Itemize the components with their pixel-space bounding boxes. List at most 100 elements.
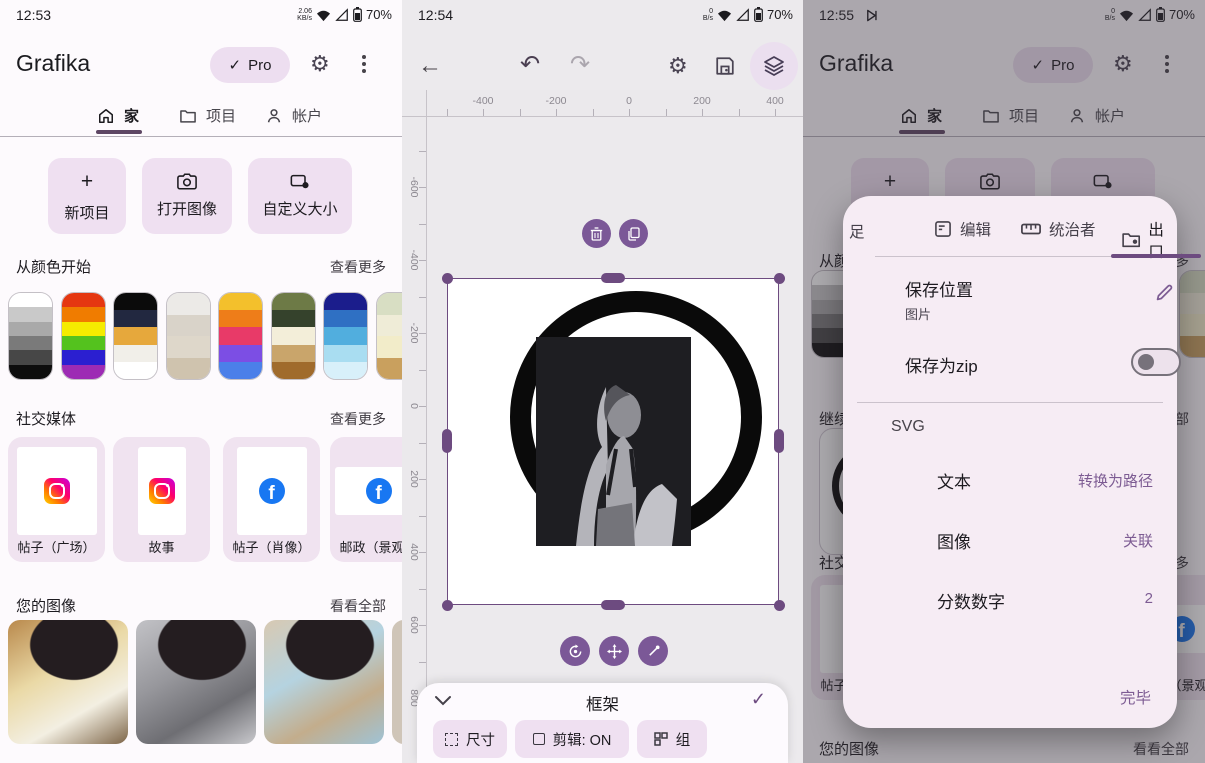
size-button[interactable]: 尺寸 [433,720,507,758]
ruler-label: 400 [761,95,789,107]
selection-handle-right[interactable] [774,429,784,453]
fraction-digits-value[interactable]: 2 [1145,590,1153,607]
battery-percent: 70% [767,7,793,22]
screen: 12:53 2.06KB/s 70% Grafika ✓Pro ⚙ 家 项目 帐… [0,0,1205,763]
template-preview [17,447,97,535]
selection-handle-top[interactable] [601,273,625,283]
battery-icon [353,7,362,22]
person-icon [264,106,284,126]
color-palette-swatch[interactable] [271,292,316,380]
color-palette-swatch[interactable] [376,292,403,380]
template-label: 帖子（肖像） [223,537,320,556]
battery-percent: 70% [366,7,392,22]
ruler-corner [402,90,427,117]
wifi-icon [316,8,331,22]
photo-girl-blue[interactable] [264,620,384,744]
undo-icon[interactable]: ↶ [520,50,540,79]
pro-button[interactable]: ✓Pro [210,47,290,83]
group-button[interactable]: 组 [637,720,707,758]
color-palette-swatch[interactable] [323,292,368,380]
edit-pencil-icon[interactable] [1153,282,1175,304]
images-see-all-link[interactable]: 看看全部 [330,596,386,616]
resize-icon [290,173,310,190]
zip-toggle-off[interactable] [1131,348,1181,376]
color-palette-swatch[interactable] [61,292,106,380]
redo-icon[interactable]: ↷ [570,50,590,79]
edit-panel-icon [933,219,953,239]
photo-girl-lantern[interactable] [8,620,128,744]
overflow-menu-icon[interactable] [362,55,366,73]
move-button[interactable] [599,636,629,666]
line-tool-button[interactable] [638,636,668,666]
photo-partial[interactable] [392,620,402,744]
svg-text-value[interactable]: 转换为路径 [1078,470,1153,491]
palette-row [0,292,402,380]
done-button[interactable]: 完毕 [1120,686,1151,708]
social-see-more-link[interactable]: 查看更多 [330,409,386,429]
color-palette-swatch[interactable] [113,292,158,380]
social-template-card[interactable]: 帖子（广场） [8,437,105,562]
layers-button[interactable] [750,42,798,90]
selection-handle-sw[interactable] [442,600,453,611]
network-speed: 0B/s [703,8,713,22]
status-time: 12:54 [418,7,453,23]
svg-image-value[interactable]: 关联 [1123,530,1153,551]
template-preview [138,447,186,535]
tab-account[interactable]: 帐户 [264,105,322,126]
signal-icon [335,8,349,22]
settings-gear-icon[interactable]: ⚙ [668,53,688,79]
photo-girl-gray[interactable] [136,620,256,744]
settings-gear-icon[interactable]: ⚙ [310,51,330,77]
page-title: Grafika [16,50,90,77]
color-palette-swatch[interactable] [166,292,211,380]
copy-icon [627,227,640,241]
colors-section-title: 从颜色开始 [16,256,91,277]
facebook-icon: f [259,478,285,504]
trash-icon [590,227,603,241]
custom-size-button[interactable]: 自定义大小 [248,158,352,234]
tab-partial[interactable]: 足 [849,220,865,242]
clip-toggle-button[interactable]: 剪辑: ON [515,720,629,758]
selection-handle-ne[interactable] [774,273,785,284]
selection-handle-se[interactable] [774,600,785,611]
tab-home[interactable]: 家 [96,105,139,126]
portrait-image[interactable] [536,337,691,546]
back-arrow-icon[interactable]: ← [418,52,442,80]
save-icon[interactable] [714,55,736,77]
ruler-tick [702,109,703,116]
color-palette-swatch[interactable] [218,292,263,380]
battery-icon [754,7,763,22]
delete-button[interactable] [582,219,611,248]
tab-projects[interactable]: 项目 [178,105,236,126]
ruler-tick [593,109,594,116]
status-time: 12:53 [16,7,51,23]
selection-handle-left[interactable] [442,429,452,453]
rotate-button[interactable] [560,636,590,666]
selection-handle-nw[interactable] [442,273,453,284]
home-screen-dimmed: 12:55 0B/s 70% Grafika ✓Pro ⚙ 家 项目 [803,0,1205,763]
open-image-button[interactable]: 打开图像 [142,158,232,234]
group-icon [654,732,668,746]
home-screen: 12:53 2.06KB/s 70% Grafika ✓Pro ⚙ 家 项目 帐… [0,0,402,763]
dialog-tab-edit[interactable]: 编辑 [933,218,991,240]
ruler-tick [629,109,630,116]
color-palette-swatch[interactable] [8,292,53,380]
new-project-button[interactable]: + 新项目 [48,158,126,234]
export-settings-dialog: 足 编辑 统治者 出口 保存位置 图片 保存为zip SVG 文本 [843,196,1177,728]
colors-see-more-link[interactable]: 查看更多 [330,257,386,277]
duplicate-button[interactable] [619,219,648,248]
social-template-card[interactable]: 故事 [113,437,210,562]
divider [0,136,402,137]
rotate-sync-icon [568,644,583,659]
template-preview: f [237,447,307,535]
confirm-check-icon[interactable]: ✓ [751,689,766,710]
sheet-title: 框架 [417,691,788,715]
editor-screen: 12:54 0B/s 70% ← ↶ ↷ ⚙ -400-2000200400 -… [402,0,803,763]
canvas[interactable] [447,278,779,605]
social-template-card[interactable]: f邮政（景观） [330,437,402,562]
active-tab-indicator [96,130,142,134]
ruler-tick [419,151,426,152]
selection-handle-bottom[interactable] [601,600,625,610]
dialog-tab-ruler[interactable]: 统治者 [1020,218,1096,240]
social-template-card[interactable]: f 帖子（肖像） [223,437,320,562]
